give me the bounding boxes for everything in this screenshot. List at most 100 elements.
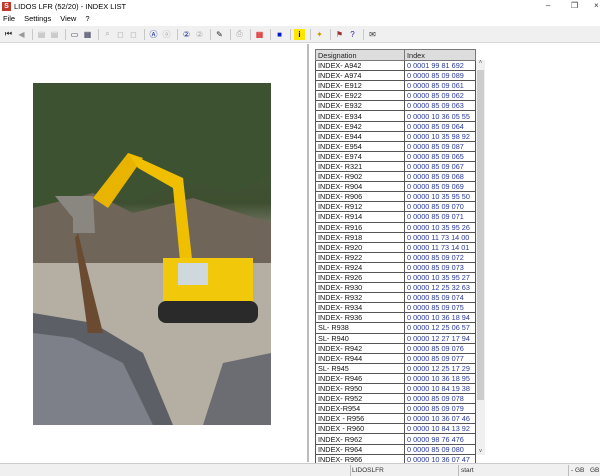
- designation-cell[interactable]: INDEX- E944: [315, 130, 405, 142]
- table-row[interactable]: INDEX- R952 0 0000 85 09 078: [315, 393, 476, 405]
- designation-cell[interactable]: INDEX- E974: [315, 150, 405, 162]
- index-cell[interactable]: 0 0000 85 09 076: [404, 342, 476, 354]
- designation-cell[interactable]: INDEX- E942: [315, 120, 405, 132]
- column-header-designation[interactable]: Designation: [315, 49, 405, 61]
- table-row[interactable]: INDEX- R321 0 0000 85 09 067: [315, 160, 476, 173]
- table-row[interactable]: SL- R945 0 0000 12 25 17 29: [315, 362, 476, 374]
- grid-red-button[interactable]: ▦: [254, 29, 265, 40]
- index-cell[interactable]: 0 0000 10 36 05 55: [404, 110, 476, 122]
- table-row[interactable]: INDEX- E922 0 0000 85 09 062: [315, 90, 476, 102]
- index-cell[interactable]: 0 0000 10 36 07 46: [404, 413, 476, 425]
- index-cell[interactable]: 0 0000 12 25 06 57: [404, 322, 476, 334]
- designation-cell[interactable]: INDEX- E954: [315, 140, 405, 152]
- table-row[interactable]: INDEX- R922 0 0000 85 09 072: [315, 251, 476, 263]
- designation-cell[interactable]: INDEX- A942: [315, 59, 405, 72]
- table-row[interactable]: INDEX- R950 0 0000 10 84 19 38: [315, 382, 476, 395]
- back-button[interactable]: ◀: [16, 29, 27, 40]
- index-cell[interactable]: 0 0000 85 09 078: [404, 393, 476, 405]
- designation-cell[interactable]: SL- R938: [315, 322, 405, 334]
- table-row[interactable]: INDEX- R918 0 0000 11 73 14 00: [315, 231, 476, 243]
- table-row[interactable]: INDEX- R946 0 0000 10 36 18 95: [315, 372, 476, 385]
- designation-cell[interactable]: INDEX- R902: [315, 171, 405, 183]
- table-row[interactable]: INDEX- R936 0 0000 10 36 18 94: [315, 312, 476, 324]
- index-cell[interactable]: 0 0000 85 09 069: [404, 181, 476, 193]
- first-button[interactable]: ⏮: [3, 29, 14, 40]
- designation-cell[interactable]: INDEX- R916: [315, 221, 405, 233]
- printer-button[interactable]: ⎙: [234, 29, 245, 40]
- index-cell[interactable]: 0 0000 85 09 073: [404, 261, 476, 273]
- menu-settings[interactable]: Settings: [24, 14, 51, 23]
- table-row[interactable]: INDEX- A974 0 0000 85 09 089: [315, 70, 476, 82]
- designation-cell[interactable]: INDEX- R950: [315, 382, 405, 395]
- menu-help[interactable]: ?: [85, 14, 89, 23]
- index-cell[interactable]: 0 0000 11 73 14 01: [404, 241, 476, 253]
- flag-button[interactable]: ⚑: [334, 29, 345, 40]
- table-row[interactable]: INDEX- R916 0 0000 10 35 95 26: [315, 221, 476, 233]
- table-row[interactable]: INDEX- R930 0 0000 12 25 32 63: [315, 282, 476, 294]
- index-cell[interactable]: 0 0000 10 35 95 27: [404, 271, 476, 284]
- index-cell[interactable]: 0 0000 12 27 17 94: [404, 332, 476, 344]
- page-next-button[interactable]: ▤: [49, 29, 60, 40]
- mail-button[interactable]: ✉: [367, 29, 378, 40]
- scroll-up-button[interactable]: ˄: [476, 60, 485, 66]
- menu-view[interactable]: View: [60, 14, 76, 23]
- designation-cell[interactable]: INDEX- R926: [315, 271, 405, 284]
- 2-off-button[interactable]: ②: [194, 29, 205, 40]
- a-off-button[interactable]: ⓐ: [161, 29, 172, 40]
- designation-cell[interactable]: INDEX- E932: [315, 100, 405, 112]
- designation-cell[interactable]: INDEX- R906: [315, 191, 405, 203]
- vertical-scrollbar[interactable]: ˄ ˅: [476, 60, 485, 455]
- index-cell[interactable]: 0 0000 85 09 065: [404, 150, 476, 162]
- table-row[interactable]: INDEX- R932 0 0000 85 09 074: [315, 292, 476, 304]
- index-cell[interactable]: 0 0000 10 35 95 26: [404, 221, 476, 233]
- designation-cell[interactable]: INDEX- R904: [315, 181, 405, 193]
- index-cell[interactable]: 0 0000 10 35 95 50: [404, 191, 476, 203]
- table-row[interactable]: INDEX- R964 0 0000 85 09 080: [315, 443, 476, 455]
- index-cell[interactable]: 0 0000 85 09 063: [404, 100, 476, 112]
- table-row[interactable]: INDEX- R924 0 0000 85 09 073: [315, 261, 476, 273]
- circle-2-button[interactable]: ②: [181, 29, 192, 40]
- page-prev-button[interactable]: ▤: [36, 29, 47, 40]
- index-cell[interactable]: 0 0000 98 76 476: [404, 433, 476, 445]
- designation-cell[interactable]: INDEX- R962: [315, 433, 405, 445]
- designation-cell[interactable]: SL- R940: [315, 332, 405, 344]
- close-button[interactable]: ×: [594, 1, 599, 10]
- print-setup-button[interactable]: ▭: [69, 29, 80, 40]
- table-row[interactable]: INDEX- E974 0 0000 85 09 065: [315, 150, 476, 162]
- designation-cell[interactable]: INDEX- R321: [315, 160, 405, 173]
- index-cell[interactable]: 0 0000 10 84 13 92: [404, 423, 476, 435]
- index-cell[interactable]: 0 0000 85 09 087: [404, 140, 476, 152]
- table-row[interactable]: INDEX- R914 0 0000 85 09 071: [315, 211, 476, 223]
- index-cell[interactable]: 0 0000 85 09 070: [404, 201, 476, 213]
- designation-cell[interactable]: INDEX- R918: [315, 231, 405, 243]
- index-cell[interactable]: 0 0000 85 09 072: [404, 251, 476, 263]
- table-row[interactable]: INDEX- R912 0 0000 85 09 070: [315, 201, 476, 213]
- table-row[interactable]: INDEX- R906 0 0000 10 35 95 50: [315, 191, 476, 203]
- designation-cell[interactable]: INDEX- R944: [315, 352, 405, 364]
- designation-cell[interactable]: INDEX- R952: [315, 393, 405, 405]
- index-cell[interactable]: 0 0000 85 09 067: [404, 160, 476, 173]
- designation-cell[interactable]: INDEX - R956: [315, 413, 405, 425]
- designation-cell[interactable]: INDEX- R914: [315, 211, 405, 223]
- designation-cell[interactable]: INDEX- R924: [315, 261, 405, 273]
- designation-cell[interactable]: INDEX- R920: [315, 241, 405, 253]
- index-cell[interactable]: 0 0000 85 09 080: [404, 443, 476, 455]
- table-row[interactable]: INDEX- E954 0 0000 85 09 087: [315, 140, 476, 152]
- fit-page-button[interactable]: ◻: [128, 29, 139, 40]
- table-row[interactable]: INDEX- E934 0 0000 10 36 05 55: [315, 110, 476, 122]
- index-cell[interactable]: 0 0000 85 09 064: [404, 120, 476, 132]
- index-cell[interactable]: 0 0000 85 09 071: [404, 211, 476, 223]
- menu-file[interactable]: File: [3, 14, 15, 23]
- fit-button[interactable]: ◻: [115, 29, 126, 40]
- index-cell[interactable]: 0 0000 12 25 32 63: [404, 282, 476, 294]
- designation-cell[interactable]: INDEX- R930: [315, 282, 405, 294]
- index-cell[interactable]: 0 0000 85 09 089: [404, 70, 476, 82]
- designation-cell[interactable]: INDEX- E912: [315, 80, 405, 92]
- zoom-button[interactable]: ⌕: [102, 29, 113, 40]
- table-row[interactable]: INDEX - R956 0 0000 10 36 07 46: [315, 413, 476, 425]
- info-button[interactable]: i: [294, 28, 305, 40]
- blue-square-button[interactable]: ■: [274, 29, 285, 40]
- designation-cell[interactable]: INDEX- E934: [315, 110, 405, 122]
- column-header-index[interactable]: Index: [404, 49, 476, 61]
- index-cell[interactable]: 0 0000 11 73 14 00: [404, 231, 476, 243]
